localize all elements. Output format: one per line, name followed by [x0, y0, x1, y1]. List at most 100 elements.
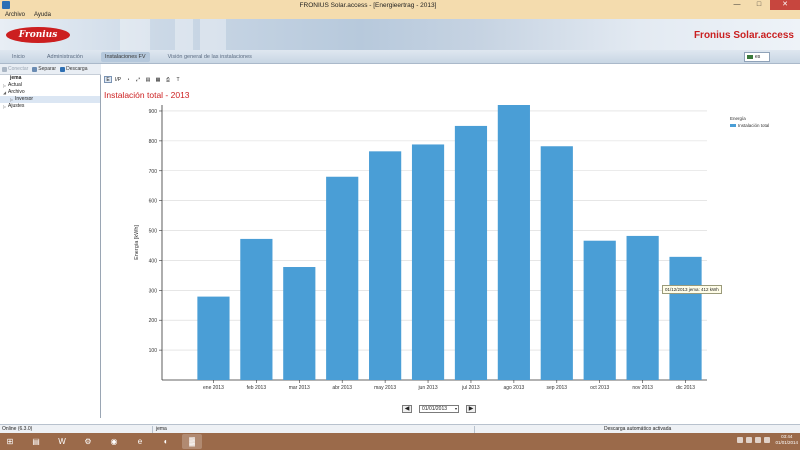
tab-instalaciones-fv[interactable]: Instalaciones FV	[100, 51, 150, 62]
prev-period-button[interactable]: ◀	[402, 405, 412, 413]
x-tick-label: ene 2013	[203, 385, 224, 391]
x-tick-label: jun 2013	[417, 385, 437, 391]
tab-administracion[interactable]: Administración	[43, 52, 87, 62]
x-tick-label: dic 2013	[676, 385, 695, 391]
grid-icon[interactable]: ▦	[154, 76, 162, 83]
header-banner: Fronius Fronius Solar.access	[0, 19, 800, 50]
tree-item-actual[interactable]: ▷ Actual	[0, 82, 100, 89]
bar	[283, 267, 316, 380]
tree-item-ajustes[interactable]: ▷ Ajustes	[0, 103, 100, 110]
clock[interactable]: 03:44 01/01/2014	[775, 434, 798, 446]
status-user: jema	[156, 426, 167, 432]
fronius-logo: Fronius	[6, 27, 70, 43]
plug-icon	[2, 66, 7, 72]
window-title: FRONIUS Solar.access - [Energieertrag - …	[299, 1, 437, 9]
system-tray: 03:44 01/01/2014	[737, 434, 798, 446]
bar	[583, 240, 616, 380]
bar	[197, 296, 230, 380]
menu-archivo[interactable]: Archivo	[5, 12, 25, 18]
x-tick-label: oct 2013	[590, 385, 609, 391]
x-tick-label: ago 2013	[503, 385, 524, 391]
tree-item-archivo[interactable]: ◢ Archivo	[0, 89, 100, 96]
legend-swatch	[730, 124, 736, 127]
bar	[240, 238, 273, 380]
x-tick-label: abr 2013	[332, 385, 352, 391]
media-player-icon[interactable]: ◐	[156, 434, 176, 449]
maximize-button[interactable]: □	[748, 0, 770, 10]
bar	[411, 144, 445, 380]
x-tick-label: feb 2013	[247, 385, 267, 391]
brand-title: Fronius Solar.access	[693, 30, 794, 41]
tree-toolbar: Conectar Separar Descarga	[0, 64, 101, 75]
windows-taskbar: ⊞ ▤ W ⚙ ◉ e ◐ ▓ 03:44 01/01/2014	[0, 433, 800, 450]
chrome-icon[interactable]: ◉	[104, 434, 124, 449]
status-online: Online (6.3.0)	[2, 426, 33, 432]
tray-up-icon[interactable]	[737, 437, 744, 443]
network-icon[interactable]	[755, 437, 762, 443]
bar	[326, 176, 359, 380]
disconnect-button[interactable]: Separar	[32, 66, 56, 72]
date-navigator: ◀ 01/01/2013 ▾ ▶	[402, 405, 476, 413]
tab-inicio[interactable]: Inicio	[8, 52, 29, 62]
navigation-tree: jema ▷ Actual ◢ Archivo ▷ Inversor ▷ Aju…	[0, 75, 101, 418]
bar	[540, 146, 573, 380]
tab-vision-general[interactable]: Visión general de las instalaciones	[164, 52, 256, 62]
energy-view-button[interactable]: E	[104, 76, 112, 83]
chevron-down-icon: ▾	[454, 406, 457, 411]
chart-legend: Energía Instalación total	[730, 116, 769, 128]
language-select[interactable]: es	[744, 52, 770, 62]
bar	[454, 125, 488, 380]
word-icon[interactable]: W	[52, 434, 72, 449]
print-icon[interactable]: ⎙	[164, 76, 172, 83]
menu-ayuda[interactable]: Ayuda	[34, 12, 51, 18]
y-tick-label: 100	[149, 348, 158, 354]
energy-bar-chart: 100 200 300 400 500 600 700 800 900 ene 2013 feb 2…	[134, 105, 707, 391]
close-button[interactable]: ✕	[770, 0, 800, 10]
volume-icon[interactable]	[764, 437, 771, 443]
y-tick-label: 300	[149, 288, 158, 294]
unplug-icon	[32, 66, 38, 72]
settings-icon[interactable]: ⚙	[78, 434, 98, 449]
status-message: Descarga automático activada	[604, 426, 672, 432]
download-button[interactable]: Descarga	[60, 66, 88, 72]
y-tick-label: 700	[149, 169, 158, 175]
y-tick-label: 800	[149, 139, 158, 145]
chart-title: Instalación total - 2013	[104, 90, 190, 100]
app-icon	[2, 1, 10, 9]
zoom-icon[interactable]: ⤢	[134, 76, 142, 83]
minimize-button[interactable]: —	[726, 0, 748, 10]
y-tick-label: 900	[149, 109, 158, 115]
legend-entry: Instalación total	[730, 123, 769, 128]
download-icon	[60, 66, 66, 72]
bar	[626, 235, 659, 380]
tree-root[interactable]: jema	[0, 75, 100, 82]
x-tick-label: sep 2013	[547, 385, 568, 391]
tree-item-inversor[interactable]: ▷ Inversor	[0, 96, 100, 103]
y-tick-label: 600	[149, 199, 158, 205]
solar-access-icon[interactable]: ▓	[182, 434, 202, 449]
y-axis-label: Energía [kWh]	[134, 225, 140, 260]
file-explorer-icon[interactable]: ▤	[26, 434, 46, 449]
legend-title: Energía	[730, 116, 746, 121]
next-period-button[interactable]: ▶	[466, 405, 476, 413]
date-select[interactable]: 01/01/2013 ▾	[419, 405, 459, 413]
bar	[669, 256, 702, 380]
x-tick-label: jul 2013	[461, 385, 480, 391]
text-icon[interactable]: T	[174, 76, 182, 83]
windows-start-icon[interactable]: ⊞	[0, 434, 20, 449]
bar-tooltip: 01/12/2013 jema: 412 kWh	[662, 285, 722, 294]
x-tick-label: may 2013	[374, 385, 396, 391]
current-power-view-button[interactable]: I/P	[114, 76, 122, 83]
internet-explorer-icon[interactable]: e	[130, 434, 150, 449]
status-bar: Online (6.3.0) jema Descarga automático …	[0, 424, 800, 433]
menu-bar: Archivo Ayuda	[0, 10, 800, 19]
connect-button[interactable]: Conectar	[2, 66, 28, 72]
legend-label: Instalación total	[738, 123, 770, 128]
main-nav: Inicio Administración Instalaciones FV V…	[0, 50, 800, 64]
x-tick-label: nov 2013	[632, 385, 653, 391]
x-tick-label: mar 2013	[289, 385, 310, 391]
tray-flag-icon[interactable]	[746, 437, 753, 443]
table-icon[interactable]: ▤	[144, 76, 152, 83]
clock-date: 01/01/2014	[775, 440, 798, 445]
pie-chart-icon[interactable]: ◔	[124, 76, 132, 83]
